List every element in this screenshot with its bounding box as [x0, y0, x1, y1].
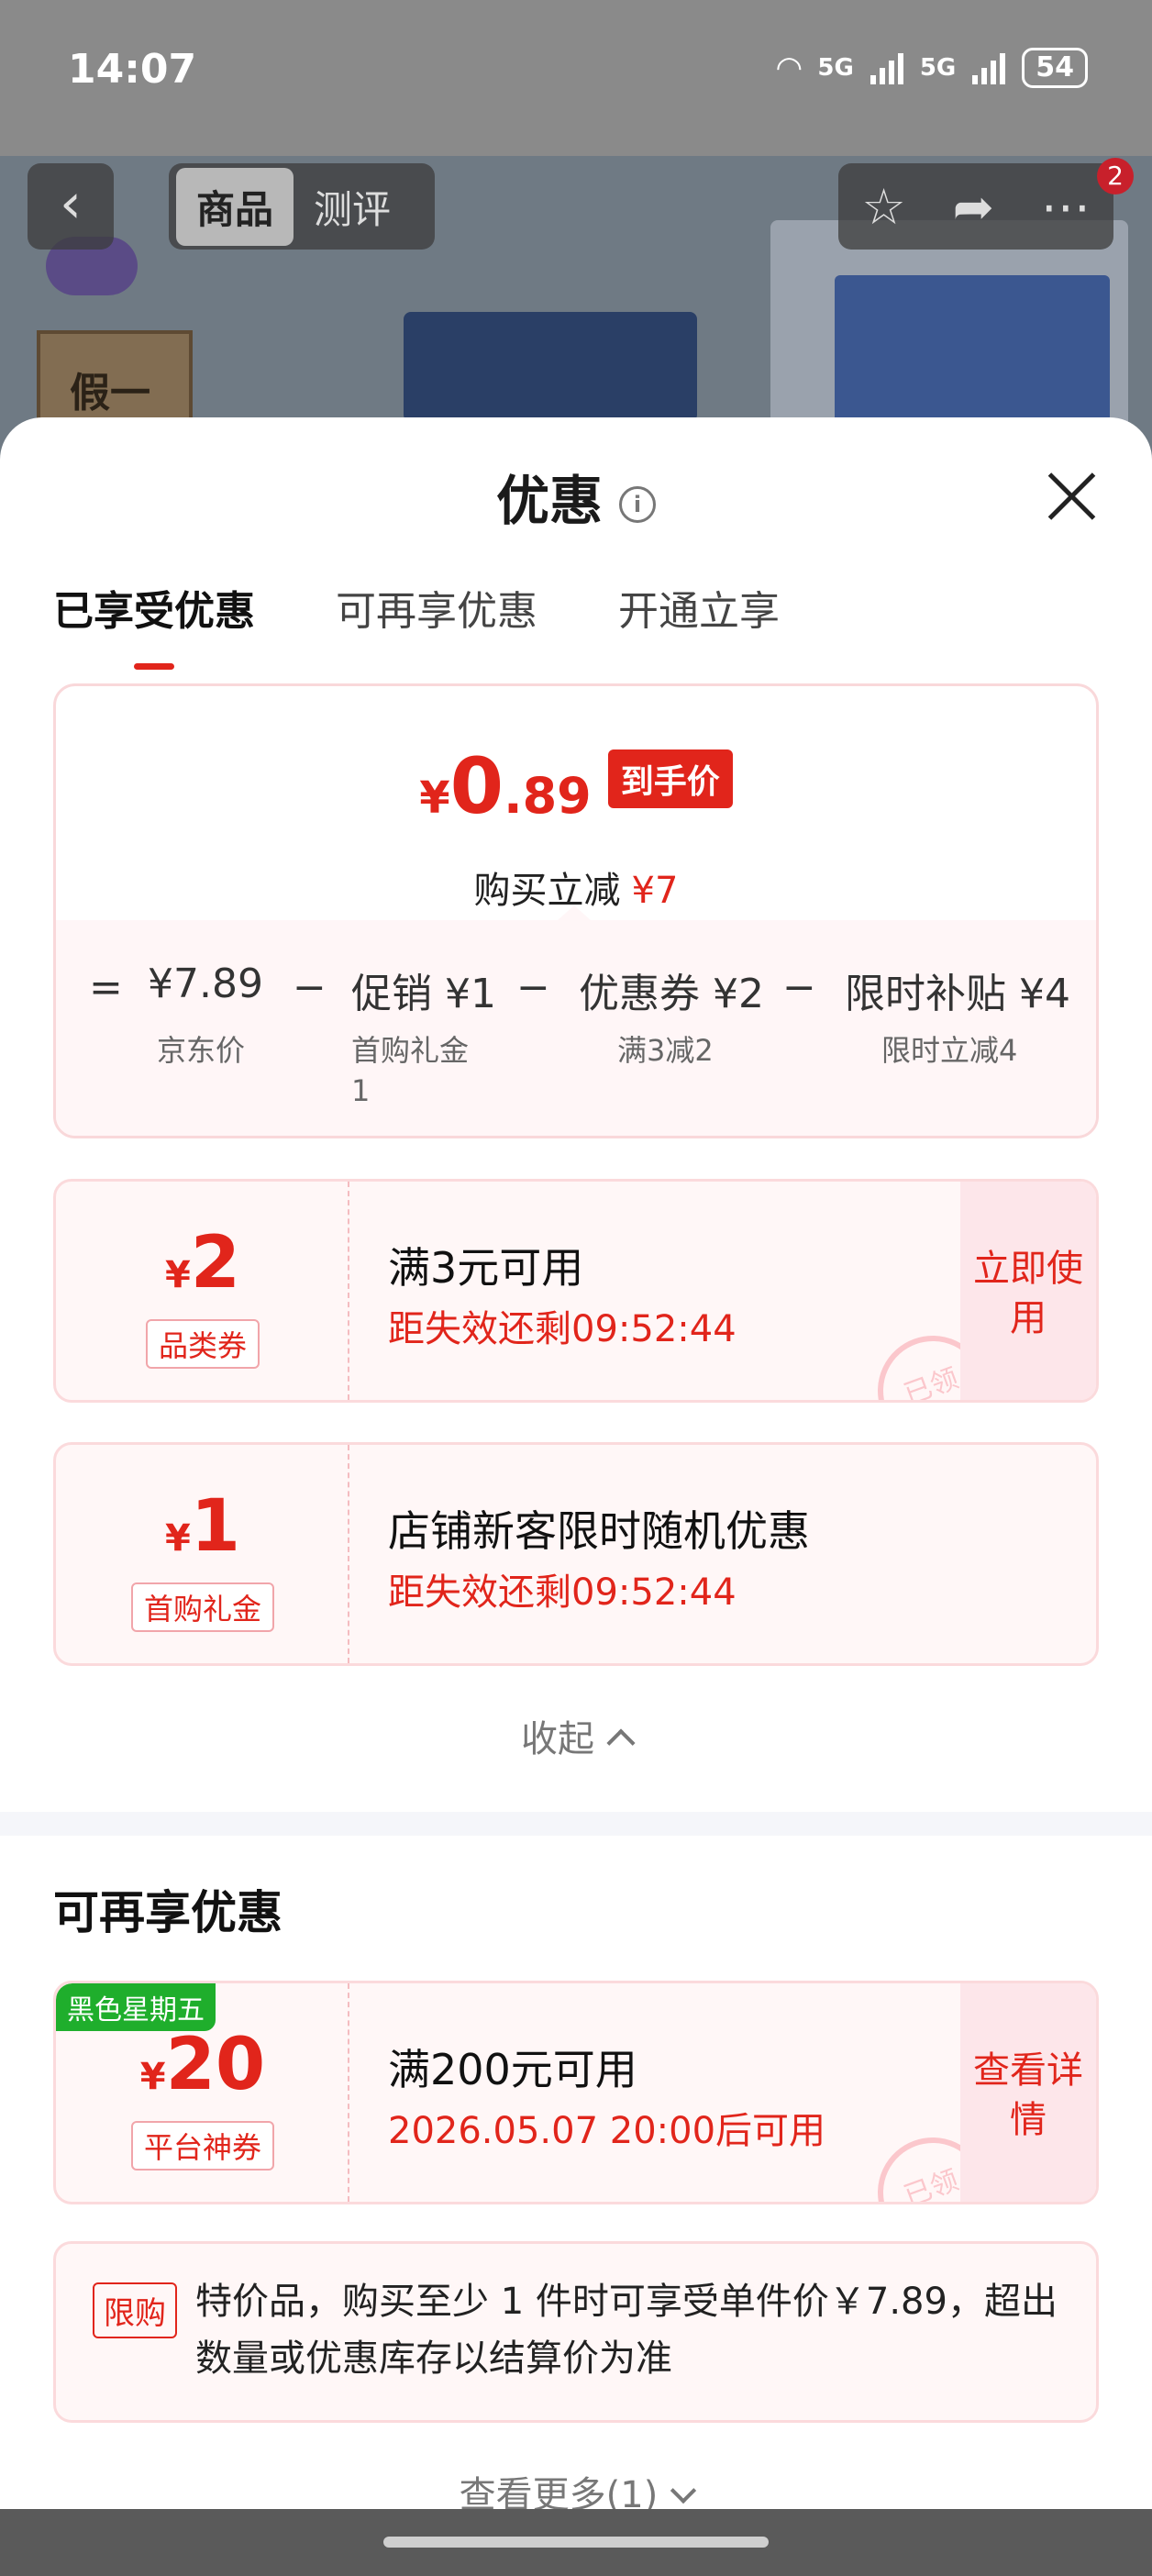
clock: 14:07	[68, 46, 197, 93]
chevron-left-icon: ‹	[60, 172, 82, 236]
currency-symbol: ¥	[164, 1517, 191, 1560]
battery-indicator: 54	[1022, 48, 1088, 88]
use-now-button[interactable]: 立即使用	[960, 1182, 1096, 1400]
coupon-divider	[348, 1445, 349, 1663]
coupon-amount: 优惠券 ¥2	[579, 971, 764, 1017]
equals-sign: =	[89, 964, 123, 1011]
product-box-image	[404, 312, 697, 422]
coupon-value: ¥1 首购礼金	[56, 1445, 349, 1663]
coupon-countdown: 距失效还剩09:52:44	[388, 1571, 737, 1614]
coupon-amount: 1	[190, 1485, 241, 1568]
promo-event-tag: 黑色星期五	[56, 1983, 216, 2031]
final-price: ¥0.89 到手价	[56, 741, 1096, 831]
notification-badge: 2	[1097, 158, 1134, 194]
minus-sign: −	[293, 964, 327, 1011]
collapse-label: 收起	[521, 1718, 594, 1760]
wifi-icon: ◠	[777, 50, 802, 86]
chevron-up-icon	[606, 1728, 636, 1758]
see-more-label: 查看更多(1)	[459, 2474, 659, 2509]
price-integer: 0	[449, 741, 504, 831]
coupon-label: 满3减2	[617, 1033, 714, 1068]
tab-enjoyed[interactable]: 已享受优惠	[53, 578, 255, 670]
signal-icon	[870, 51, 903, 84]
coupon-type: 首购礼金	[130, 1582, 275, 1632]
coupon-value: ¥2 品类券	[56, 1182, 349, 1400]
limit-description: 特价品，购买至少 1 件时可享受单件价￥7.89，超出数量或优惠库存以结算价为准	[195, 2281, 1058, 2380]
jd-price-label: 京东价	[157, 1033, 246, 1068]
discount-sheet: 优惠 i 已享受优惠 可再享优惠 开通立享 ¥0.89 到手价 购买立减 ¥7 = ¥…	[0, 417, 1152, 2509]
purchase-limit-card: 限购 特价品，购买至少 1 件时可享受单件价￥7.89，超出数量或优惠库存以结算…	[53, 2241, 1099, 2423]
sheet-title: 优惠	[495, 470, 603, 532]
tab-review[interactable]: 测评	[294, 168, 411, 246]
promo-label: 首购礼金	[351, 1033, 470, 1068]
section-divider	[0, 1812, 1152, 1836]
coupon-divider	[348, 1182, 349, 1400]
sheet-title-row: 优惠 i	[0, 458, 1152, 535]
product-actions: ☆ ➦ ⋯	[838, 163, 1113, 250]
coupon-divider	[348, 1983, 349, 2202]
collapse-button[interactable]: 收起	[0, 1709, 1152, 1762]
network-label: 5G	[817, 54, 854, 82]
save-amount: ¥7	[631, 870, 679, 912]
save-label: 购买立减	[473, 870, 621, 912]
product-tab-switch: 商品 测评	[169, 163, 435, 250]
share-icon[interactable]: ➦	[953, 178, 994, 236]
minus-sign: −	[782, 964, 816, 1011]
coupon-validity: 2026.05.07 20:00后可用	[388, 2110, 826, 2152]
promo-label-line2: 1	[351, 1073, 371, 1108]
price-summary-card: ¥0.89 到手价 购买立减 ¥7 = ¥7.89 京东价 − 促销 ¥1 首购礼金…	[53, 683, 1099, 1138]
status-icons: ◠ 5G 5G 54	[777, 48, 1088, 88]
section-title: 可再享优惠	[53, 1886, 282, 1939]
minus-sign: −	[516, 964, 550, 1011]
view-details-button[interactable]: 查看详情	[960, 1983, 1096, 2202]
currency-symbol: ¥	[139, 2056, 166, 2098]
coupon-type: 品类券	[145, 1319, 260, 1369]
price-breakdown: = ¥7.89 京东价 − 促销 ¥1 首购礼金 1 − 优惠券 ¥2 满3减2…	[56, 905, 1096, 1136]
tab-product[interactable]: 商品	[176, 167, 294, 246]
coupon-card: ¥1 首购礼金 店铺新客限时随机优惠 距失效还剩09:52:44	[53, 1442, 1099, 1666]
final-price-tag: 到手价	[607, 749, 733, 808]
star-icon[interactable]: ☆	[861, 178, 905, 236]
price-decimal: .89	[504, 767, 592, 825]
jd-price: ¥7.89	[148, 960, 263, 1007]
tab-activate[interactable]: 开通立享	[618, 578, 780, 637]
coupon-title: 满200元可用	[388, 2045, 637, 2094]
back-button[interactable]: ‹	[28, 163, 114, 250]
limit-tag: 限购	[93, 2282, 177, 2338]
coupon-title: 店铺新客限时随机优惠	[388, 1506, 810, 1556]
coupon-type: 平台神券	[130, 2121, 275, 2171]
see-more-button[interactable]: 查看更多(1)	[0, 2465, 1152, 2509]
discount-tabs: 已享受优惠 可再享优惠 开通立享	[53, 578, 780, 670]
signal-icon	[972, 51, 1006, 84]
system-nav-bar	[0, 2509, 1152, 2576]
status-bar: 14:07 ◠ 5G 5G 54	[0, 0, 1152, 138]
currency-symbol: ¥	[164, 1254, 191, 1296]
home-indicator[interactable]	[383, 2537, 769, 2548]
info-icon[interactable]: i	[619, 485, 656, 523]
coupon-amount: 20	[165, 2024, 266, 2106]
coupon-countdown: 距失效还剩09:52:44	[388, 1308, 737, 1350]
more-icon[interactable]: ⋯	[1041, 178, 1091, 236]
tab-more-available[interactable]: 可再享优惠	[336, 578, 537, 637]
subsidy-label: 限时立减4	[881, 1033, 1018, 1068]
coupon-title: 满3元可用	[388, 1243, 584, 1293]
coupon-amount: 2	[190, 1222, 241, 1305]
network-label: 5G	[919, 54, 957, 82]
coupon-card: ¥2 品类券 满3元可用 距失效还剩09:52:44 已领 立即使用	[53, 1179, 1099, 1403]
promo-amount: 促销 ¥1	[351, 971, 496, 1017]
close-button[interactable]	[1044, 469, 1099, 524]
chevron-down-icon	[670, 2477, 697, 2504]
currency-symbol: ¥	[419, 772, 450, 824]
coupon-card: ¥20 平台神券 黑色星期五 满200元可用 2026.05.07 20:00后…	[53, 1981, 1099, 2204]
subsidy-amount: 限时补贴 ¥4	[845, 971, 1070, 1017]
